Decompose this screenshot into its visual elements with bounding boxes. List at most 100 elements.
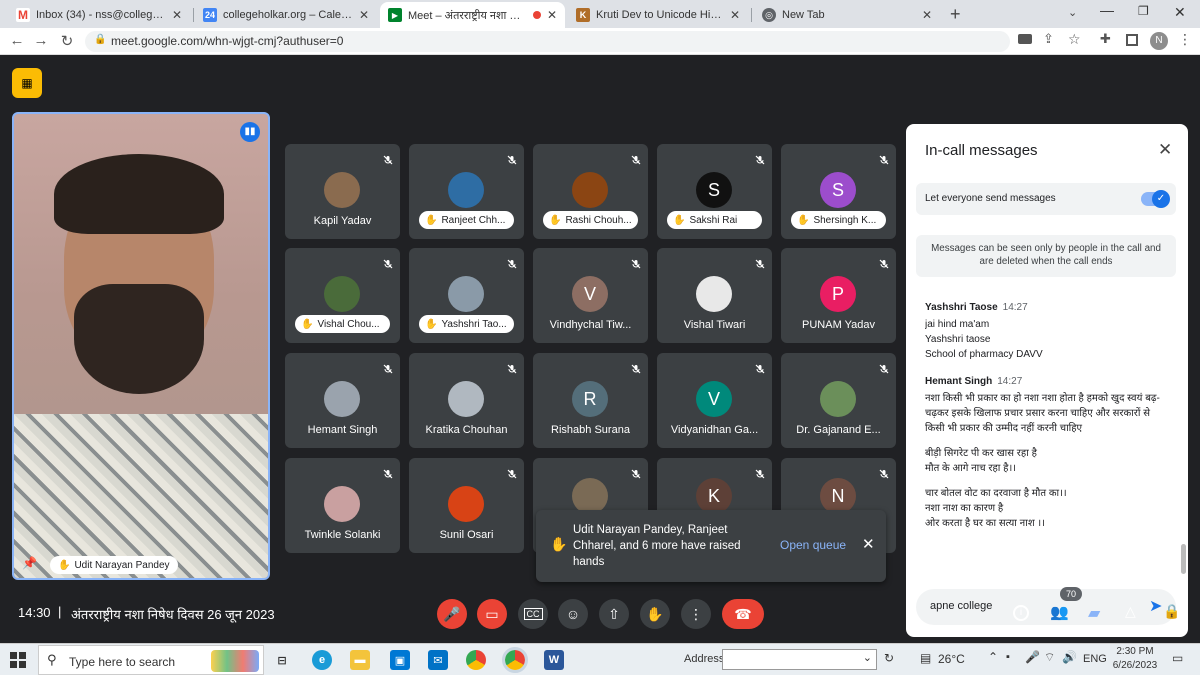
participant-tile[interactable]: Kapil Yadav <box>285 144 400 239</box>
raised-hand-icon: ✋ <box>797 214 810 226</box>
language-indicator[interactable]: ENG <box>1083 653 1107 665</box>
participant-tile[interactable]: Dr. Gajanand E... <box>781 353 896 448</box>
close-icon[interactable]: ✕ <box>172 8 182 22</box>
leave-call-button[interactable]: ☎ <box>722 599 764 629</box>
tab-kruti[interactable]: K Kruti Dev to Unicode Hindi Font✕ <box>568 2 748 28</box>
profile-avatar[interactable]: N <box>1150 32 1168 50</box>
tray-chevron-icon[interactable]: ⌃ <box>988 650 998 664</box>
participant-avatar: N <box>820 478 856 514</box>
close-icon[interactable]: ✕ <box>730 8 740 22</box>
more-options-button[interactable]: ⋮ <box>681 599 711 629</box>
participant-avatar: P <box>820 276 856 312</box>
clock-time-tray[interactable]: 2:30 PM <box>1115 646 1155 657</box>
dropdown-icon[interactable]: ⌄ <box>863 651 872 664</box>
mail-icon[interactable]: ✉ <box>428 650 448 670</box>
participant-tile[interactable]: ✋ Rashi Chouh... <box>533 144 648 239</box>
store-icon[interactable]: ▣ <box>390 650 410 670</box>
participant-tile[interactable]: Hemant Singh <box>285 353 400 448</box>
chrome-taskbar-icon[interactable] <box>466 650 486 670</box>
raise-hand-button[interactable]: ✋ <box>640 599 670 629</box>
meet-icon: ▶ <box>388 8 402 22</box>
participant-tile[interactable]: Twinkle Solanki <box>285 458 400 553</box>
extensions-icon[interactable]: ✚ <box>1100 31 1111 47</box>
participant-tile[interactable]: V Vindhychal Tiw... <box>533 248 648 343</box>
camera-icon[interactable] <box>1018 34 1032 44</box>
search-highlight-icon <box>211 650 259 672</box>
self-name-pill: ✋ Udit Narayan Pandey <box>50 556 178 574</box>
participant-tile[interactable]: S ✋ Shersingh K... <box>781 144 896 239</box>
close-icon[interactable]: ✕ <box>922 8 932 22</box>
taskbar-search[interactable]: ⚲ Type here to search <box>38 645 264 675</box>
tab-calendar[interactable]: 24 collegeholkar.org – Calendar - M✕ <box>195 2 377 28</box>
participant-tile[interactable]: R Rishabh Surana <box>533 353 648 448</box>
edge-icon[interactable]: e <box>312 650 332 670</box>
close-icon[interactable]: ✕ <box>359 8 369 22</box>
windows-taskbar: ⚲ Type here to search ⊟ e ▬ ▣ ✉ W Addres… <box>0 643 1200 675</box>
word-icon[interactable]: W <box>544 650 564 670</box>
clock-date-tray[interactable]: 6/26/2023 <box>1107 660 1163 671</box>
chat-button[interactable]: ▰ <box>1088 603 1100 623</box>
minimize-button[interactable]: — <box>1100 2 1114 18</box>
forward-button[interactable]: → <box>32 32 50 49</box>
participant-name-pill: ✋ Sakshi Rai <box>667 211 762 229</box>
sidepanel-icon[interactable] <box>1126 34 1138 46</box>
activities-button[interactable]: △ <box>1125 603 1136 620</box>
participant-tile[interactable]: Vishal Tiwari <box>657 248 772 343</box>
maximize-button[interactable]: ❐ <box>1138 4 1149 18</box>
address-input[interactable]: ⌄ <box>722 649 877 670</box>
notification-icon[interactable]: ▭ <box>1172 651 1183 665</box>
bookmark-star-icon[interactable]: ☆ <box>1068 31 1081 48</box>
back-button[interactable]: ← <box>8 32 26 49</box>
tab-newtab[interactable]: ◎ New Tab ✕ <box>754 2 940 28</box>
refresh-icon[interactable]: ↻ <box>884 651 894 665</box>
meeting-info-button[interactable]: i <box>1013 605 1029 621</box>
open-queue-button[interactable]: Open queue <box>780 538 846 552</box>
file-explorer-icon[interactable]: ▬ <box>350 650 370 670</box>
participant-tile[interactable]: P PUNAM Yadav <box>781 248 896 343</box>
captions-off-icon[interactable]: ▦ <box>12 68 42 98</box>
message-line: मौत के आगे नाच रहा है।। <box>925 463 1017 474</box>
mic-muted-icon <box>631 466 641 479</box>
captions-button[interactable]: CC <box>518 599 548 629</box>
message-line: बीड़ी सिगरेट पी कर खास रहा है <box>925 448 1037 459</box>
task-view-icon[interactable]: ⊟ <box>272 650 292 670</box>
raised-hand-icon: ✋ <box>301 318 314 330</box>
participant-name: Vishal Chou... <box>317 318 380 330</box>
participant-tile[interactable]: V Vidyanidhan Ga... <box>657 353 772 448</box>
menu-icon[interactable]: ⋮ <box>1178 31 1192 48</box>
tab-search-icon[interactable]: ⌄ <box>1068 6 1077 19</box>
scrollbar[interactable] <box>1181 544 1186 574</box>
participant-tile[interactable]: Kratika Chouhan <box>409 353 524 448</box>
host-controls-button[interactable]: 🔒 <box>1163 603 1180 620</box>
tab-meet[interactable]: ▶ Meet – अंतरराष्ट्रीय नशा निषेध दि ✕ <box>380 2 565 28</box>
wifi-icon[interactable]: ⌔ <box>1044 650 1055 665</box>
mic-off-button[interactable]: 🎤 <box>437 599 467 629</box>
emoji-button[interactable]: ☺ <box>558 599 588 629</box>
participant-tile[interactable]: ✋ Ranjeet Chh... <box>409 144 524 239</box>
pin-icon[interactable]: 📌 <box>22 556 37 570</box>
camera-off-button[interactable]: ▭ <box>477 599 507 629</box>
allow-messages-toggle[interactable]: ✓ <box>1141 190 1170 208</box>
address-bar[interactable]: 🔒 meet.google.com/whn-wjgt-cmj?authuser=… <box>85 31 1010 52</box>
participant-tile[interactable]: Sunil Osari <box>409 458 524 553</box>
tab-gmail[interactable]: M Inbox (34) - nss@collegeholkar.c✕ <box>8 2 190 28</box>
people-button[interactable]: 👥 <box>1050 603 1069 621</box>
close-window-button[interactable]: ✕ <box>1174 4 1186 21</box>
present-button[interactable]: ⇧ <box>599 599 629 629</box>
participant-avatar <box>572 478 608 514</box>
share-icon[interactable]: ⇪ <box>1043 31 1054 47</box>
reload-button[interactable]: ↻ <box>58 32 76 50</box>
chrome-active-icon[interactable] <box>502 647 528 673</box>
close-icon[interactable]: ✕ <box>547 8 557 22</box>
volume-icon[interactable]: 🔊 <box>1062 650 1077 664</box>
new-tab-button[interactable]: + <box>950 4 961 25</box>
close-panel-button[interactable]: ✕ <box>1158 140 1172 160</box>
close-toast-button[interactable]: ✕ <box>862 535 875 553</box>
participant-name-pill: ✋ Shersingh K... <box>791 211 886 229</box>
participant-tile[interactable]: ✋ Vishal Chou... <box>285 248 400 343</box>
participant-name: Vindhychal Tiw... <box>549 319 632 331</box>
start-button[interactable] <box>10 652 26 668</box>
hang-up-icon: ☎ <box>734 605 752 622</box>
participant-tile[interactable]: S ✋ Sakshi Rai <box>657 144 772 239</box>
participant-tile[interactable]: ✋ Yashshri Tao... <box>409 248 524 343</box>
